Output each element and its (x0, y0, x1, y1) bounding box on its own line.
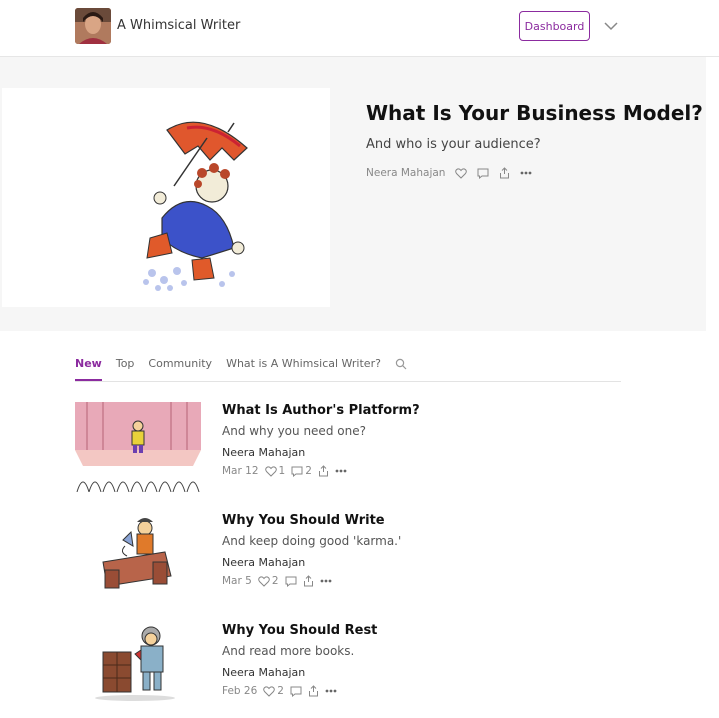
post-date: Mar 5 (222, 575, 252, 587)
like-count: 1 (278, 465, 286, 477)
comment-button[interactable]: 2 (291, 465, 312, 477)
comment-icon (285, 576, 297, 587)
post-author[interactable]: Neera Mahajan (222, 556, 305, 569)
tab-community[interactable]: Community (148, 357, 212, 381)
ellipsis-icon (325, 689, 337, 693)
share-button[interactable] (303, 575, 314, 587)
post-filter-tabs: New Top Community What is A Whimsical Wr… (75, 357, 621, 382)
like-button[interactable]: 2 (258, 575, 279, 587)
comment-button[interactable] (477, 168, 489, 179)
ellipsis-icon (521, 171, 532, 175)
featured-post-meta: Neera Mahajan (366, 167, 532, 179)
share-button[interactable] (308, 685, 319, 697)
featured-post-subtitle: And who is your audience? (366, 137, 541, 152)
comment-icon (290, 686, 302, 697)
featured-post-title[interactable]: What Is Your Business Model? (366, 101, 703, 125)
publication-name[interactable]: A Whimsical Writer (117, 18, 240, 33)
post-date: Feb 26 (222, 685, 258, 697)
post-subtitle: And read more books. (222, 644, 355, 658)
publication-avatar[interactable] (75, 8, 111, 44)
more-options-button[interactable] (325, 689, 337, 693)
share-icon (303, 575, 313, 587)
more-options-button[interactable] (320, 579, 332, 583)
ellipsis-icon (320, 579, 331, 583)
share-button[interactable] (318, 465, 329, 477)
like-button[interactable]: 1 (264, 465, 286, 477)
post-subtitle: And keep doing good 'karma.' (222, 534, 402, 548)
post-title[interactable]: What Is Author's Platform? (222, 403, 420, 418)
like-count: 2 (277, 685, 284, 697)
post-thumbnail[interactable] (75, 622, 201, 712)
post-author[interactable]: Neera Mahajan (222, 446, 305, 459)
post-meta: Mar 12 1 2 (222, 465, 347, 477)
post-meta: Mar 5 2 (222, 575, 332, 587)
tab-top[interactable]: Top (116, 357, 135, 381)
featured-post: What Is Your Business Model? And who is … (0, 57, 706, 331)
top-navigation-bar: A Whimsical Writer Dashboard (0, 0, 719, 57)
share-icon (308, 685, 318, 697)
heart-icon (264, 465, 277, 477)
comment-icon (477, 168, 489, 179)
post-thumbnail[interactable] (75, 512, 201, 602)
more-options-button[interactable] (335, 469, 347, 473)
chevron-down-icon[interactable] (601, 16, 621, 36)
featured-post-author[interactable]: Neera Mahajan (366, 167, 445, 179)
post-thumbnail[interactable] (75, 402, 201, 492)
post-list-item: Why You Should Rest And read more books.… (75, 622, 625, 717)
more-options-button[interactable] (520, 171, 532, 175)
heart-icon (455, 167, 468, 179)
tab-new[interactable]: New (75, 357, 102, 381)
post-date: Mar 12 (222, 465, 259, 477)
post-list-item: What Is Author's Platform? And why you n… (75, 402, 625, 497)
post-title[interactable]: Why You Should Write (222, 513, 385, 528)
post-meta: Feb 26 2 (222, 685, 337, 697)
comment-icon (291, 466, 303, 477)
like-count: 2 (271, 575, 279, 587)
heart-icon (258, 575, 270, 587)
featured-post-image[interactable] (2, 88, 330, 307)
post-list-item: Why You Should Write And keep doing good… (75, 512, 625, 607)
comment-count: 2 (305, 465, 312, 477)
dashboard-button[interactable]: Dashboard (519, 11, 590, 41)
like-button[interactable] (455, 167, 468, 179)
comment-button[interactable] (285, 576, 297, 587)
share-icon (500, 167, 510, 179)
like-button[interactable]: 2 (263, 685, 284, 697)
share-button[interactable] (499, 167, 510, 179)
comment-button[interactable] (290, 686, 302, 697)
search-icon[interactable] (395, 358, 407, 370)
post-subtitle: And why you need one? (222, 424, 366, 438)
post-author[interactable]: Neera Mahajan (222, 666, 305, 679)
share-icon (318, 465, 328, 477)
heart-icon (263, 685, 276, 697)
post-title[interactable]: Why You Should Rest (222, 623, 377, 638)
ellipsis-icon (335, 469, 347, 473)
tab-about[interactable]: What is A Whimsical Writer? (226, 357, 381, 381)
